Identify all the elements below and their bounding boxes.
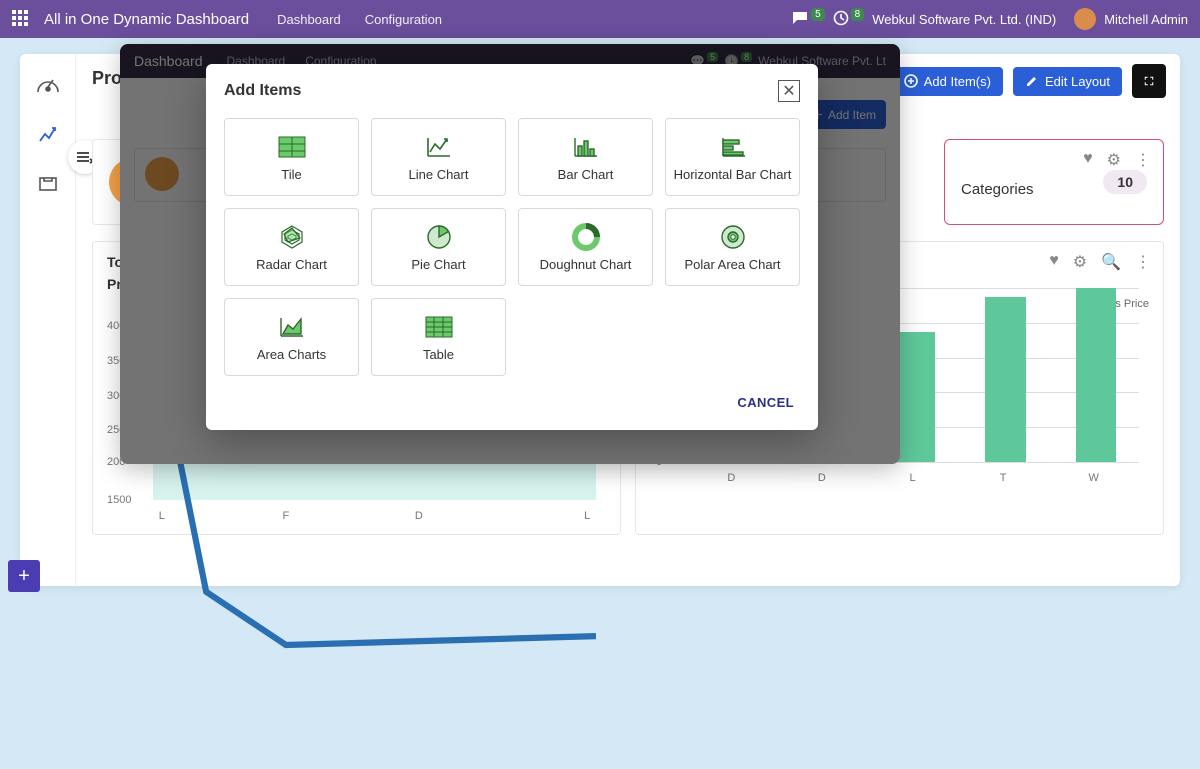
top-actions: Add Item(s) Edit Layout xyxy=(892,64,1166,98)
outer-header: All in One Dynamic Dashboard Dashboard C… xyxy=(0,0,1200,38)
side-rail xyxy=(20,54,76,586)
heart-icon[interactable]: ♥ xyxy=(1049,252,1059,272)
line-x-2: D xyxy=(415,510,423,522)
item-tile-doughnut-chart[interactable]: Doughnut Chart xyxy=(518,208,653,286)
bar-x-4: W xyxy=(1088,472,1098,484)
line-y-5: 1500 xyxy=(107,494,131,506)
bar-x-2: L xyxy=(909,472,915,484)
username[interactable]: Mitchell Admin xyxy=(1104,12,1188,27)
modal-title: Add Items xyxy=(224,82,778,100)
edit-layout-label: Edit Layout xyxy=(1045,74,1110,89)
tile-categories-label: Categories xyxy=(961,181,1089,198)
nav-dashboard[interactable]: Dashboard xyxy=(277,12,341,27)
bar-x-0: D xyxy=(727,472,735,484)
item-label: Tile xyxy=(281,167,301,184)
item-label: Bar Chart xyxy=(558,167,614,184)
heart-icon[interactable]: ♥ xyxy=(1083,150,1093,170)
item-tile-bar-chart[interactable]: Bar Chart xyxy=(518,118,653,196)
fab-add-button[interactable]: + xyxy=(8,560,40,592)
line-x-1: F xyxy=(283,510,290,522)
rail-analytics-icon[interactable] xyxy=(30,116,66,152)
item-label: Line Chart xyxy=(409,167,469,184)
rail-box-icon[interactable] xyxy=(30,166,66,202)
apps-icon[interactable] xyxy=(12,10,28,29)
item-label: Area Charts xyxy=(257,347,326,364)
tile-categories-count: 10 xyxy=(1103,170,1147,194)
item-label: Pie Chart xyxy=(411,257,465,274)
cancel-button[interactable]: CANCEL xyxy=(737,395,794,410)
item-tile-line-chart[interactable]: Line Chart xyxy=(371,118,506,196)
rail-dashboard-icon[interactable] xyxy=(30,66,66,102)
line-x-3: L xyxy=(584,510,590,522)
item-tile-hbar-chart[interactable]: Horizontal Bar Chart xyxy=(665,118,800,196)
bar-x-3: T xyxy=(1000,472,1007,484)
item-tile-area-chart[interactable]: Area Charts xyxy=(224,298,359,376)
kebab-icon[interactable]: ⋮ xyxy=(1135,150,1151,170)
item-label: Radar Chart xyxy=(256,257,327,274)
avatar[interactable] xyxy=(1074,8,1096,30)
gear-icon[interactable]: ⚙ xyxy=(1073,252,1087,272)
nav-configuration[interactable]: Configuration xyxy=(365,12,442,27)
kebab-icon[interactable]: ⋮ xyxy=(1135,252,1151,272)
add-items-button[interactable]: Add Item(s) xyxy=(892,67,1003,96)
item-label: Doughnut Chart xyxy=(540,257,632,274)
edit-layout-button[interactable]: Edit Layout xyxy=(1013,67,1122,96)
item-tile-polar-chart[interactable]: Polar Area Chart xyxy=(665,208,800,286)
line-x-0: L xyxy=(159,510,165,522)
modal-grid: Tile Line Chart Bar Chart Horizontal Bar… xyxy=(206,112,818,390)
zoom-icon[interactable]: 🔍 xyxy=(1101,252,1121,272)
chat-badge: 5 xyxy=(811,8,825,21)
gear-icon[interactable]: ⚙ xyxy=(1107,150,1121,170)
item-tile-pie-chart[interactable]: Pie Chart xyxy=(371,208,506,286)
item-label: Horizontal Bar Chart xyxy=(674,167,792,184)
activity-icon[interactable] xyxy=(833,10,849,29)
activity-badge: 8 xyxy=(851,8,865,21)
item-tile-radar-chart[interactable]: Radar Chart xyxy=(224,208,359,286)
item-tile-table[interactable]: Table xyxy=(371,298,506,376)
company-name[interactable]: Webkul Software Pvt. Ltd. (IND) xyxy=(872,12,1056,27)
bar-x-1: D xyxy=(818,472,826,484)
chat-icon[interactable] xyxy=(791,10,809,29)
item-label: Polar Area Chart xyxy=(684,257,780,274)
add-items-label: Add Item(s) xyxy=(924,74,991,89)
item-tile-tile[interactable]: Tile xyxy=(224,118,359,196)
fullscreen-button[interactable] xyxy=(1132,64,1166,98)
close-icon[interactable]: ✕ xyxy=(778,80,800,102)
add-items-modal: Add Items ✕ Tile Line Chart Bar Chart Ho… xyxy=(206,64,818,430)
app-title: All in One Dynamic Dashboard xyxy=(44,11,249,28)
tile-categories[interactable]: ♥ ⚙ ⋮ Categories 10 xyxy=(944,139,1164,225)
item-label: Table xyxy=(423,347,454,364)
